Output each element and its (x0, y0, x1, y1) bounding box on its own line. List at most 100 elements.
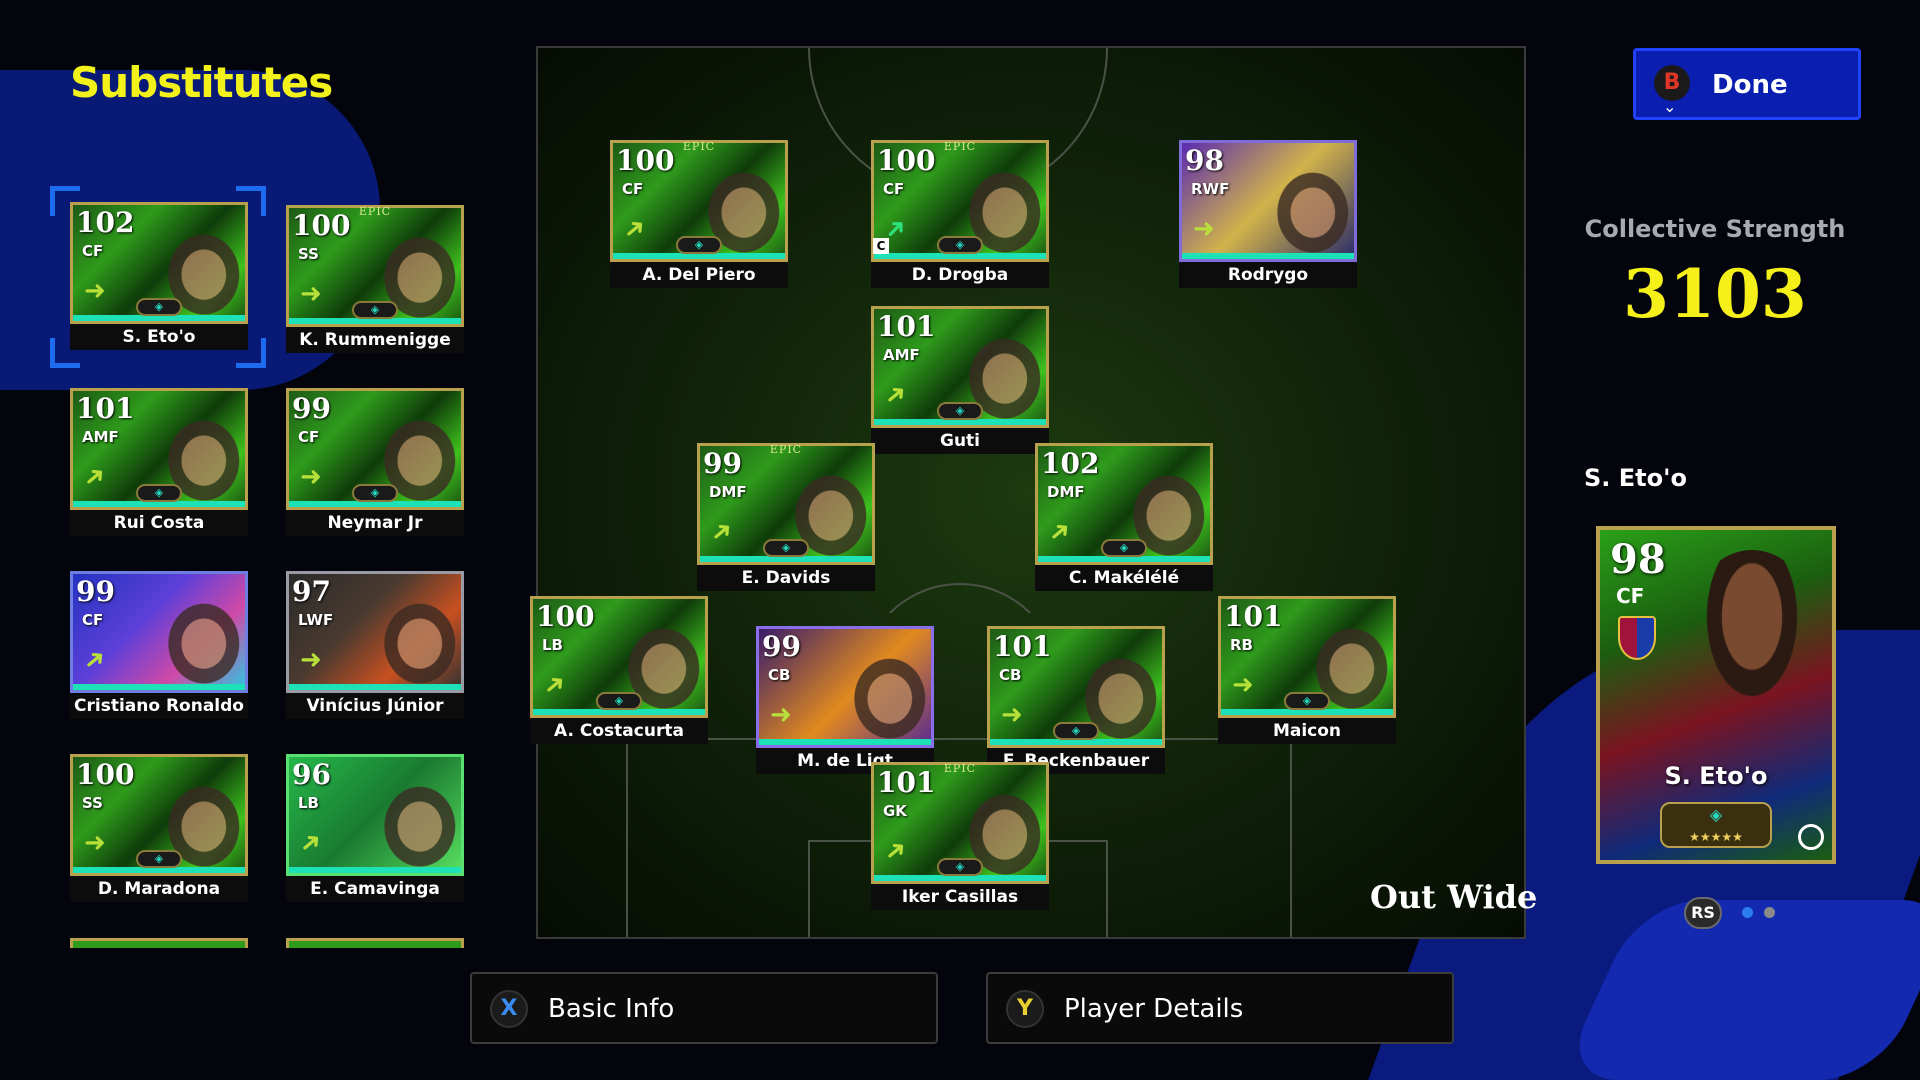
player-card[interactable]: 101 CB ➜ ◈ F. Beckenbauer (987, 626, 1165, 774)
formation-label: Out Wide (1370, 878, 1538, 916)
player-rating: 101 (76, 392, 135, 425)
player-rating: 98 (1185, 144, 1224, 177)
efootball-logo-icon (1798, 824, 1824, 850)
badge-icon: ◈ (676, 236, 722, 254)
selection-bracket (236, 338, 266, 368)
player-rating: 102 (76, 206, 135, 239)
player-card[interactable]: 101 RB ➜ ◈ Maicon (1218, 596, 1396, 744)
badge-icon: ◈ (1284, 692, 1330, 710)
rs-button-icon[interactable]: RS (1684, 897, 1722, 929)
player-position: DMF (709, 483, 747, 501)
player-position: LB (298, 794, 319, 812)
player-card[interactable]: 96 LB ➜ E. Camavinga (286, 754, 464, 902)
selection-bracket (236, 186, 266, 216)
player-card[interactable]: EPIC 100 CF ➜ ◈ C D. Drogba (871, 140, 1049, 288)
player-rating: 100 (76, 758, 135, 791)
player-card[interactable]: 99 CF ➜ ◈ Neymar Jr (286, 388, 464, 536)
player-card[interactable]: 100 SS ➜ ◈ D. Maradona (70, 754, 248, 902)
condition-arrow-icon: ➜ (300, 645, 322, 675)
player-card[interactable]: 102 DMF ➜ ◈ C. Makélélé (1035, 443, 1213, 591)
epic-label: EPIC (682, 140, 716, 153)
basic-info-button[interactable]: X Basic Info (470, 972, 938, 1044)
player-card[interactable]: EPIC 99 DMF ➜ ◈ E. Davids (697, 443, 875, 591)
badge-icon: ◈ (1709, 805, 1723, 824)
badge-icon: ◈ (937, 402, 983, 420)
player-rating: 102 (1041, 447, 1100, 480)
card-player-name: S. Eto'o (1664, 762, 1768, 790)
b-button-icon: B (1654, 65, 1690, 101)
selected-player-card[interactable]: 98 CF S. Eto'o ★★★★★ ◈ (1596, 526, 1836, 864)
player-card[interactable]: 99 CF ➜ Cristiano Ronaldo (70, 571, 248, 719)
page-dot[interactable] (1764, 907, 1775, 918)
player-card[interactable]: 97 LWF ➜ Vinícius Júnior (286, 571, 464, 719)
player-rating: 99 (76, 575, 115, 608)
y-button-icon: Y (1006, 990, 1044, 1028)
player-position: LB (542, 636, 563, 654)
player-card[interactable]: 98 RWF ➜ Rodrygo (1179, 140, 1357, 288)
condition-arrow-icon: ➜ (1232, 670, 1254, 700)
page-dot-active[interactable] (1742, 907, 1753, 918)
x-button-icon: X (490, 990, 528, 1028)
player-name: D. Drogba (871, 262, 1049, 288)
player-position: CF (622, 180, 644, 198)
player-name: E. Davids (697, 565, 875, 591)
player-card[interactable]: 101 AMF ➜ ◈ Rui Costa (70, 388, 248, 536)
captain-icon: C (873, 238, 889, 254)
badge-icon: ◈ (352, 301, 398, 319)
chevron-down-icon: ⌄ (1663, 97, 1677, 116)
player-card[interactable]: EPIC 100 SS ➜ ◈ K. Rummenigge (286, 205, 464, 353)
player-card-partial[interactable] (70, 938, 248, 948)
basic-info-label: Basic Info (548, 994, 675, 1024)
player-position: CF (298, 428, 320, 446)
player-name: Cristiano Ronaldo (70, 693, 248, 719)
player-position: DMF (1047, 483, 1085, 501)
substitutes-title: Substitutes (70, 58, 333, 107)
player-rating: 99 (292, 392, 331, 425)
condition-arrow-icon: ➜ (300, 462, 322, 492)
badge-icon: ◈ (763, 539, 809, 557)
badge-icon: ◈ (937, 858, 983, 876)
done-button[interactable]: B ⌄ Done (1633, 48, 1861, 120)
epic-label: EPIC (769, 443, 803, 456)
collective-strength-label: Collective Strength (1584, 215, 1846, 243)
player-position: CF (82, 611, 104, 629)
player-card[interactable]: 100 LB ➜ ◈ A. Costacurta (530, 596, 708, 744)
player-rating: 100 (616, 144, 675, 177)
player-card[interactable]: 101 AMF ➜ ◈ Guti (871, 306, 1049, 454)
player-name: Vinícius Júnior (286, 693, 464, 719)
badge-icon: ◈ (136, 298, 182, 316)
badge-icon: ◈ (596, 692, 642, 710)
player-position: AMF (82, 428, 119, 446)
player-card-partial[interactable] (286, 938, 464, 948)
badge-icon: ◈ (1101, 539, 1147, 557)
player-name: Iker Casillas (871, 884, 1049, 910)
player-name: A. Del Piero (610, 262, 788, 288)
condition-arrow-icon: ➜ (84, 276, 106, 306)
player-position: RWF (1191, 180, 1230, 198)
player-rating: 101 (1224, 600, 1283, 633)
player-details-button[interactable]: Y Player Details (986, 972, 1454, 1044)
collective-strength-value: 3103 (1623, 255, 1807, 333)
player-card[interactable]: EPIC 101 GK ➜ ◈ Iker Casillas (871, 762, 1049, 910)
player-card[interactable]: EPIC 100 CF ➜ ◈ A. Del Piero (610, 140, 788, 288)
condition-arrow-icon: ➜ (770, 700, 792, 730)
player-rating: 96 (292, 758, 331, 791)
player-rating: 100 (877, 144, 936, 177)
player-rating: 100 (292, 209, 351, 242)
player-rating: 101 (877, 310, 936, 343)
epic-label: EPIC (358, 205, 392, 218)
card-position: CF (1616, 584, 1645, 608)
epic-label: EPIC (943, 762, 977, 775)
player-card[interactable]: 99 CB ➜ M. de Ligt (756, 626, 934, 774)
player-rating: 99 (762, 630, 801, 663)
player-name: S. Eto'o (70, 324, 248, 350)
player-card[interactable]: 102 CF ➜ ◈ S. Eto'o (70, 202, 248, 350)
badge-icon: ◈ (136, 850, 182, 868)
badge-icon: ◈ (1053, 722, 1099, 740)
badge-icon: ◈ (136, 484, 182, 502)
player-name: Maicon (1218, 718, 1396, 744)
player-rating: 100 (536, 600, 595, 633)
player-name: C. Makélélé (1035, 565, 1213, 591)
club-crest-icon (1618, 616, 1656, 660)
player-name: A. Costacurta (530, 718, 708, 744)
